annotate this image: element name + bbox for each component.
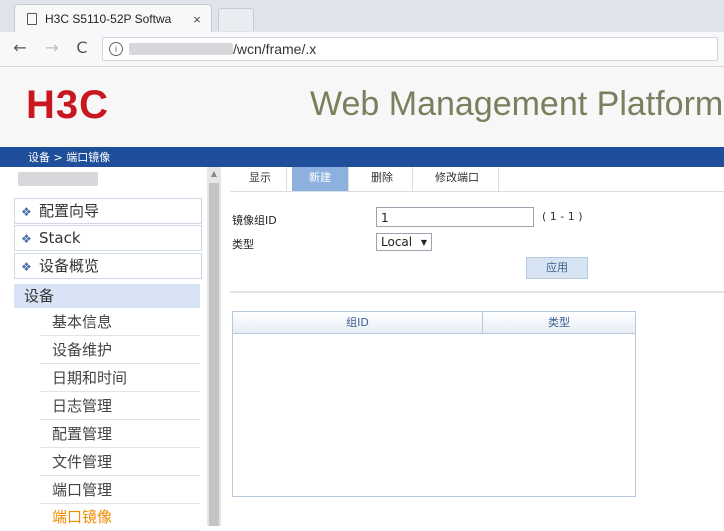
sidebar-item-date-time[interactable]: 日期和时间 xyxy=(40,365,200,392)
tab-display[interactable]: 显示 xyxy=(234,167,287,191)
app-header: H3C Web Management Platform xyxy=(0,67,724,147)
diamond-icon: ❖ xyxy=(21,232,32,246)
info-icon[interactable]: i xyxy=(109,42,123,56)
address-bar: ← → C i /wcn/frame/.x xyxy=(0,32,724,67)
sidebar-item-label: 配置向导 xyxy=(39,202,100,220)
sidebar-item-maintenance[interactable]: 设备维护 xyxy=(40,337,200,364)
column-header-group-id[interactable]: 组ID xyxy=(233,312,482,333)
sidebar: ❖ 配置向导 ❖ Stack ❖ 设备概览 设备 基本信息 设备维护 日期和时间 日志… xyxy=(10,167,222,531)
diamond-icon: ❖ xyxy=(21,205,32,219)
redacted-host xyxy=(129,43,233,55)
scroll-thumb[interactable] xyxy=(209,183,219,526)
platform-title: Web Management Platform xyxy=(310,85,724,123)
column-header-type[interactable]: 类型 xyxy=(483,312,635,333)
browser-tab[interactable]: H3C S5110-52P Softwa × xyxy=(14,4,212,33)
sidebar-item-stack[interactable]: ❖ Stack xyxy=(14,225,202,251)
redacted-user xyxy=(18,172,98,186)
sidebar-item-label: 设备概览 xyxy=(39,257,100,275)
new-tab-button[interactable] xyxy=(218,8,254,31)
tab-bar: 显示 新建 删除 修改端口 xyxy=(230,167,724,192)
sidebar-user xyxy=(10,167,208,191)
scroll-up-icon[interactable]: ▲ xyxy=(207,167,221,181)
sidebar-item-basic-info[interactable]: 基本信息 xyxy=(40,309,200,336)
h3c-logo: H3C xyxy=(26,83,110,127)
group-id-label: 镜像组ID xyxy=(232,214,277,227)
tab-create[interactable]: 新建 xyxy=(292,167,349,191)
mirror-group-table: 组ID 类型 xyxy=(232,311,636,497)
url-text: /wcn/frame/.x xyxy=(233,41,317,57)
diamond-icon: ❖ xyxy=(21,260,32,274)
type-select[interactable]: Local ▼ xyxy=(376,233,432,251)
apply-button[interactable]: 应用 xyxy=(526,257,588,279)
forward-icon[interactable]: → xyxy=(42,38,62,58)
back-icon[interactable]: ← xyxy=(10,38,30,58)
divider xyxy=(230,291,724,293)
main-content: 显示 新建 删除 修改端口 镜像组ID 1 ( 1 - 1 ) 类型 Local… xyxy=(230,167,724,526)
close-icon[interactable]: × xyxy=(189,12,205,27)
url-input[interactable]: i /wcn/frame/.x xyxy=(102,37,718,61)
chevron-down-icon: ▼ xyxy=(420,238,427,247)
sidebar-item-log[interactable]: 日志管理 xyxy=(40,393,200,420)
tab-delete[interactable]: 删除 xyxy=(352,167,413,191)
type-select-value: Local xyxy=(381,235,413,249)
sidebar-item-config[interactable]: 配置管理 xyxy=(40,421,200,448)
reload-icon[interactable]: C xyxy=(72,38,92,58)
table-header: 组ID 类型 xyxy=(233,312,635,334)
sidebar-item-files[interactable]: 文件管理 xyxy=(40,449,200,476)
group-id-range: ( 1 - 1 ) xyxy=(542,210,583,223)
tab-title: H3C S5110-52P Softwa xyxy=(45,12,172,26)
sidebar-item-wizard[interactable]: ❖ 配置向导 xyxy=(14,198,202,224)
page-icon xyxy=(27,13,37,25)
sidebar-item-ports[interactable]: 端口管理 xyxy=(40,477,200,504)
sidebar-item-overview[interactable]: ❖ 设备概览 xyxy=(14,253,202,279)
tab-modify-port[interactable]: 修改端口 xyxy=(416,167,499,191)
browser-tab-strip: H3C S5110-52P Softwa × xyxy=(0,0,724,33)
group-id-input[interactable]: 1 xyxy=(376,207,534,227)
sidebar-item-label: Stack xyxy=(39,229,81,247)
sidebar-item-port-mirroring[interactable]: 端口镜像 xyxy=(40,504,200,531)
sidebar-scrollbar[interactable]: ▲ xyxy=(207,167,221,526)
sidebar-section-device[interactable]: 设备 xyxy=(14,284,200,308)
breadcrumb: 设备 > 端口镜像 xyxy=(28,151,111,164)
breadcrumb-bar: 设备 > 端口镜像 xyxy=(0,147,724,167)
type-label: 类型 xyxy=(232,238,254,251)
